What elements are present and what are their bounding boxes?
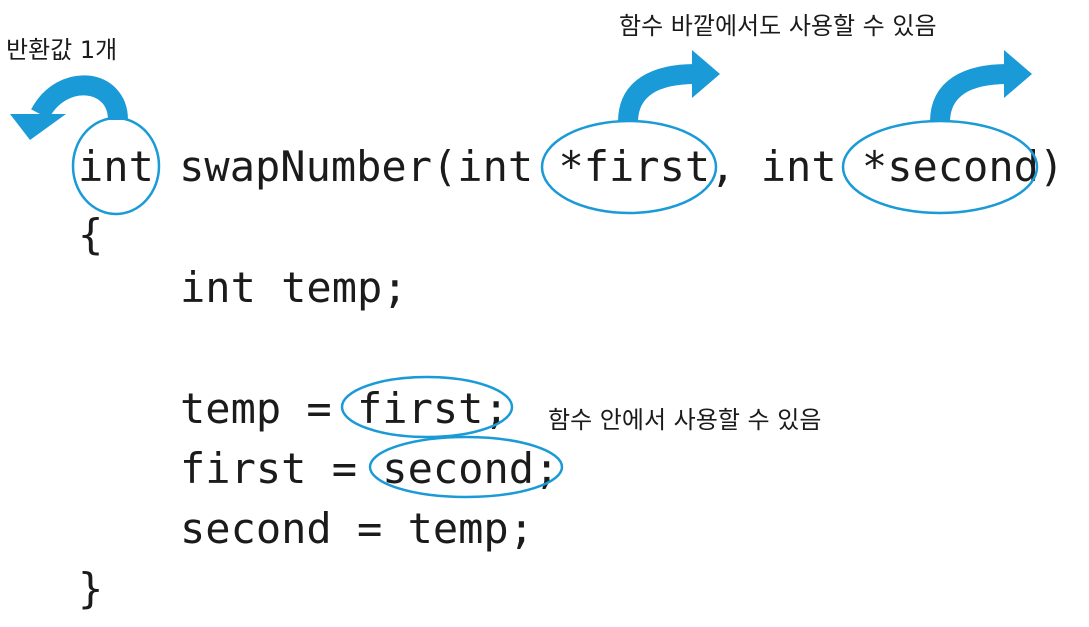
- first-param-arrow-icon: [618, 50, 720, 123]
- annotation-overlay: [10, 50, 1039, 499]
- return-arrow-icon: [10, 75, 128, 140]
- second-param-circle: [841, 119, 1039, 215]
- first-local-circle: [340, 375, 514, 439]
- return-type-circle: [71, 116, 161, 216]
- first-param-circle: [540, 119, 718, 215]
- second-param-arrow-icon: [930, 50, 1032, 123]
- second-local-circle: [368, 435, 564, 499]
